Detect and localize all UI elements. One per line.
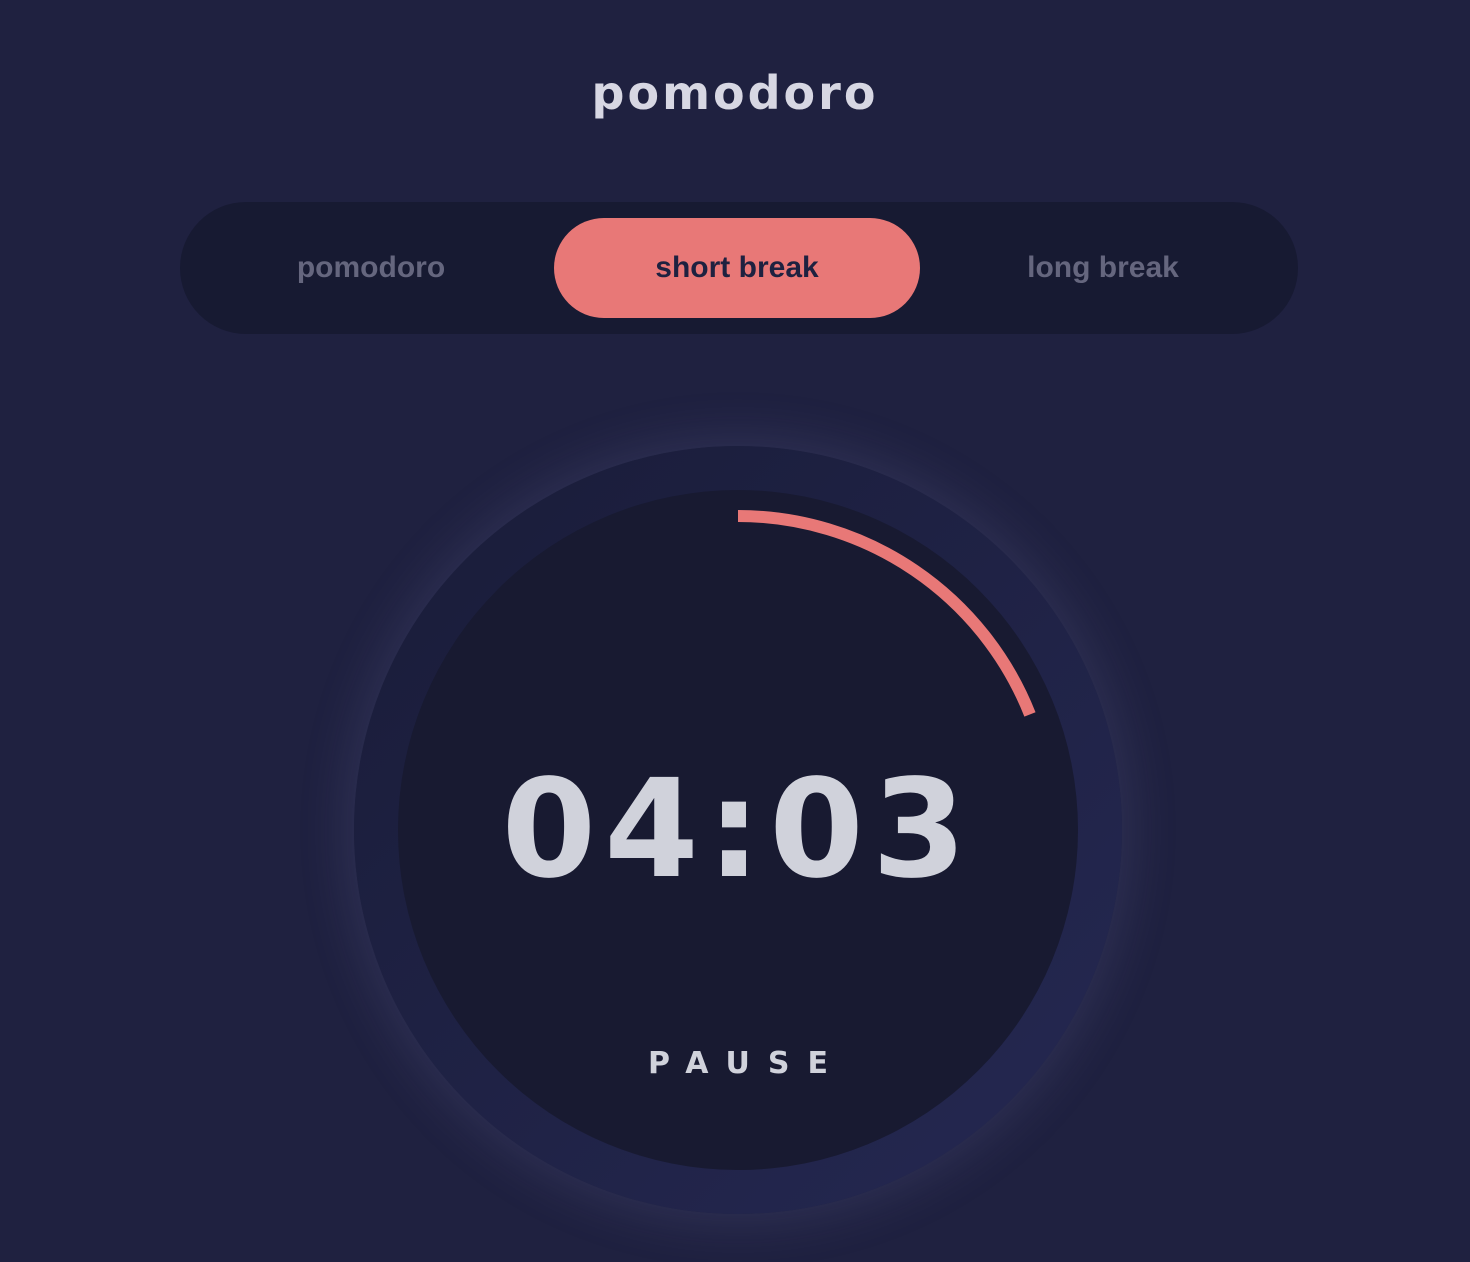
mode-switcher: pomodoro short break long break xyxy=(180,202,1298,334)
pause-button[interactable]: PAUSE xyxy=(588,1038,888,1090)
timer-dial[interactable]: 04:03 PAUSE xyxy=(354,446,1122,1214)
tab-short-break[interactable]: short break xyxy=(554,218,920,318)
time-remaining: 04:03 xyxy=(501,751,975,909)
app-title: pomodoro xyxy=(591,66,879,120)
timer-face: 04:03 PAUSE xyxy=(398,490,1078,1170)
tab-pomodoro[interactable]: pomodoro xyxy=(188,218,554,318)
tab-long-break[interactable]: long break xyxy=(920,218,1286,318)
progress-arc xyxy=(737,510,1036,717)
